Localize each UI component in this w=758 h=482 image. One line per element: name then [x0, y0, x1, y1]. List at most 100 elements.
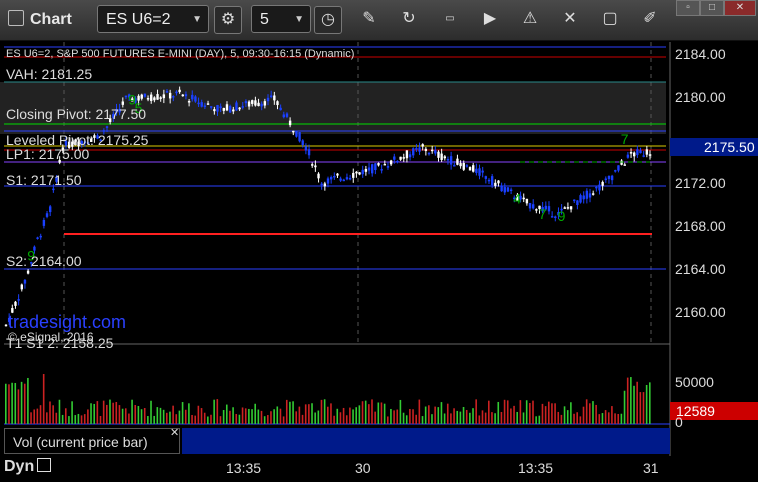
y-tick: 2168.00	[675, 218, 726, 234]
candle-body	[175, 91, 178, 94]
volume-bar	[478, 415, 481, 424]
volume-bar	[604, 410, 607, 424]
volume-bar	[412, 409, 414, 424]
candle-body	[535, 209, 538, 211]
candle-body	[307, 149, 311, 156]
volume-bar	[481, 410, 484, 424]
candle-body	[465, 165, 469, 167]
volume-bar	[592, 401, 594, 424]
y-tick: 2180.00	[675, 89, 726, 105]
candle-body	[209, 106, 213, 108]
volume-bar	[469, 412, 471, 424]
candle-body	[314, 165, 317, 168]
candle-body	[636, 149, 639, 156]
volume-bar	[229, 410, 231, 424]
candle-body	[339, 178, 342, 181]
candle-body	[440, 153, 443, 160]
volume-bar	[147, 416, 149, 424]
volume-bar	[424, 406, 427, 424]
candle-body	[361, 169, 364, 175]
volume-bar	[541, 403, 544, 424]
volume-bar	[270, 411, 272, 424]
candle-body	[614, 170, 617, 172]
candle-body	[550, 216, 554, 218]
candle-body	[263, 101, 267, 106]
candle-body	[415, 148, 418, 150]
volume-bar	[377, 402, 380, 424]
volume-bar	[46, 412, 48, 424]
volume-bar	[118, 405, 121, 424]
volume-bar	[225, 404, 228, 424]
candle-body	[633, 152, 636, 157]
volume-bar	[260, 410, 263, 424]
volume-bar	[194, 415, 197, 424]
volume-bar	[213, 399, 215, 424]
candle-body	[225, 104, 229, 111]
candle-body	[487, 179, 491, 182]
close-icon[interactable]: ✕	[170, 426, 179, 439]
candle-body	[269, 95, 273, 98]
volume-bar	[162, 409, 165, 424]
candle-body	[17, 299, 20, 301]
volume-bar	[33, 409, 36, 424]
volume-bar	[304, 404, 307, 424]
volume-bar	[355, 407, 358, 424]
volume-bars	[5, 374, 651, 424]
volume-bar	[200, 408, 203, 424]
volume-bar	[525, 400, 528, 424]
volume-bar	[77, 413, 80, 424]
vol-panel-tab[interactable]: Vol (current price bar)	[4, 428, 180, 454]
candle-body	[14, 301, 17, 306]
candle-body	[620, 160, 623, 165]
volume-bar	[68, 416, 70, 424]
volume-bar	[428, 405, 430, 424]
candle-body	[418, 147, 421, 152]
volume-bar	[529, 403, 531, 424]
candle-body	[456, 158, 459, 165]
volume-bar	[330, 403, 332, 424]
volume-bar	[109, 399, 111, 424]
volume-bar	[339, 412, 342, 424]
dyn-label[interactable]: Dyn	[4, 458, 52, 476]
candle-body	[352, 172, 355, 178]
candle-body	[342, 179, 345, 182]
candle-body	[301, 140, 304, 146]
candle-body	[244, 101, 248, 104]
volume-bar	[131, 399, 133, 424]
candle-body	[168, 92, 172, 99]
volume-bar	[538, 415, 541, 424]
candle-body	[203, 105, 207, 107]
volume-bar	[345, 415, 348, 424]
volume-bar	[102, 400, 105, 424]
candle-body	[257, 102, 260, 107]
setup-marker: 7	[621, 131, 629, 147]
candle-body	[522, 197, 525, 200]
candle-body	[311, 164, 314, 166]
candle-body	[304, 146, 308, 151]
candle-body	[531, 204, 535, 209]
candle-body	[232, 109, 235, 112]
candle-body	[604, 178, 608, 181]
candle-body	[329, 177, 333, 180]
volume-bar	[573, 413, 575, 424]
candle-body	[178, 89, 181, 93]
candle-body	[377, 163, 380, 166]
candle-body	[412, 148, 415, 156]
volume-bar	[500, 411, 503, 424]
candle-body	[219, 106, 222, 108]
volume-bar	[333, 415, 335, 424]
chart-title: ES U6=2, S&P 500 FUTURES E-MINI (DAY), 5…	[6, 48, 355, 60]
volume-bar	[222, 410, 225, 424]
candle-body	[159, 97, 162, 99]
volume-bar	[74, 415, 77, 424]
candle-body	[276, 101, 279, 106]
volume-bar	[547, 401, 550, 424]
volume-bar	[371, 399, 373, 424]
volume-bar	[598, 414, 601, 424]
volume-bar	[399, 399, 402, 424]
volume-bar	[124, 408, 127, 424]
volume-bar	[491, 412, 493, 424]
candle-body	[591, 193, 595, 195]
volume-bar	[137, 406, 140, 424]
candle-body	[42, 219, 46, 226]
